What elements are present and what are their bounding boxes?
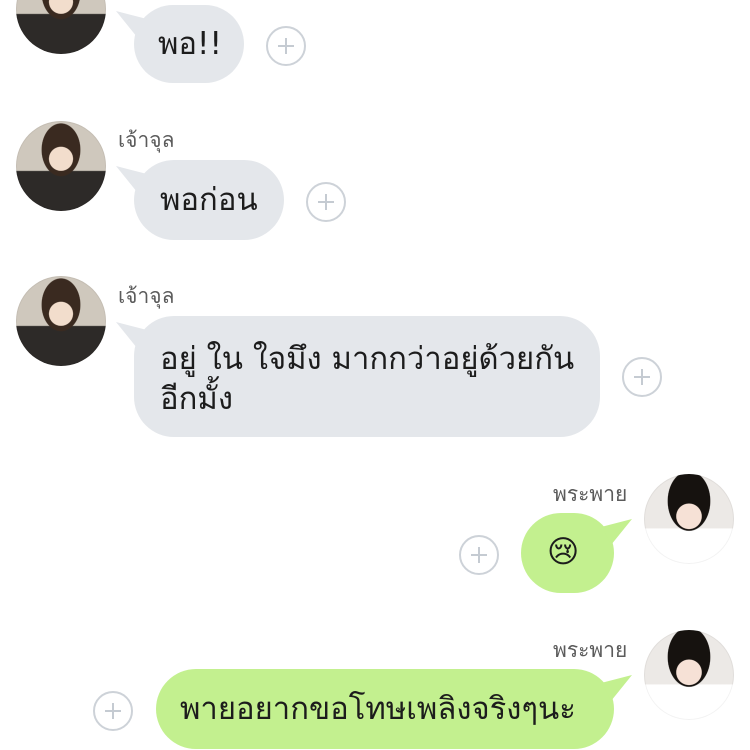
avatar-praphai[interactable] — [644, 630, 734, 720]
avatar-jaojun[interactable] — [16, 121, 106, 211]
bubble-tail — [116, 11, 146, 37]
plus-icon — [634, 369, 650, 385]
bubble-tail — [116, 322, 146, 348]
add-reaction-button[interactable] — [459, 535, 499, 575]
bubble-tail — [602, 675, 632, 701]
add-reaction-button[interactable] — [93, 691, 133, 731]
add-reaction-button[interactable] — [266, 26, 306, 66]
sender-name: เจ้าจุล — [118, 284, 175, 308]
message-bubble-incoming[interactable]: อยู่ ใน ใจมึง มากกว่าอยู่ด้วยกัน อีกมั้ง — [116, 316, 600, 437]
sender-name: พระพาย — [553, 638, 628, 662]
message-bubble-incoming[interactable]: พอก่อน — [116, 160, 284, 240]
avatar-praphai[interactable] — [644, 474, 734, 564]
message-text: พอก่อน — [160, 182, 258, 218]
add-reaction-button[interactable] — [622, 357, 662, 397]
message-text-line: อีกมั้ง — [160, 381, 233, 417]
plus-icon — [318, 194, 334, 210]
message-text-line: อยู่ ใน ใจมึง มากกว่าอยู่ด้วยกัน — [160, 341, 575, 377]
emoji-message: 😢 — [547, 534, 580, 570]
plus-icon — [105, 703, 121, 719]
message-bubble-incoming[interactable]: พอ!! — [116, 5, 244, 83]
bubble-tail — [116, 166, 146, 192]
avatar-jaojun[interactable] — [16, 276, 106, 366]
plus-icon — [278, 38, 294, 54]
avatar-jaojun[interactable] — [16, 0, 106, 54]
sender-name: พระพาย — [553, 482, 628, 506]
add-reaction-button[interactable] — [306, 182, 346, 222]
message-text: พายอยากขอโทษเพลิงจริงๆนะ — [180, 691, 576, 727]
message-text: พอ!! — [158, 26, 222, 62]
message-bubble-outgoing[interactable]: พายอยากขอโทษเพลิงจริงๆนะ — [156, 669, 632, 749]
sender-name: เจ้าจุล — [118, 128, 175, 152]
message-bubble-outgoing[interactable]: 😢 — [521, 513, 632, 593]
bubble-tail — [602, 519, 632, 545]
plus-icon — [471, 547, 487, 563]
